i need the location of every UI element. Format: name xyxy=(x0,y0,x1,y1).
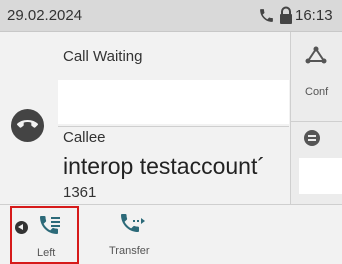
status-date: 29.02.2024 xyxy=(7,7,83,24)
call-waiting-label: Call Waiting xyxy=(63,48,143,65)
softkey-bar: Left Transfer xyxy=(0,204,342,264)
left-softkey-label: Left xyxy=(37,247,56,259)
phone-list-icon xyxy=(38,214,62,243)
transfer-softkey[interactable]: Transfer xyxy=(96,206,176,264)
callee-label: Callee xyxy=(63,129,106,146)
lock-icon xyxy=(279,6,293,30)
left-softkey[interactable]: Left xyxy=(10,206,79,264)
conference-button[interactable]: Conf xyxy=(291,32,342,120)
call-panel: Call Waiting Callee interop testaccount´… xyxy=(0,32,290,204)
conference-label: Conf xyxy=(305,86,329,98)
status-time: 16:13 xyxy=(295,7,333,24)
transfer-label: Transfer xyxy=(109,245,150,257)
divider xyxy=(291,121,342,122)
conference-icon xyxy=(305,46,327,69)
divider xyxy=(58,126,289,127)
hangup-icon[interactable] xyxy=(11,109,44,142)
menu-icon[interactable] xyxy=(304,130,320,146)
phone-icon xyxy=(258,7,275,29)
secondary-call-box[interactable] xyxy=(299,158,342,194)
waiting-call-box[interactable] xyxy=(58,80,289,124)
callee-number: 1361 xyxy=(63,184,97,201)
transfer-icon xyxy=(119,212,147,241)
callee-name: interop testaccount´ xyxy=(63,153,266,179)
sidebar: Conf xyxy=(290,32,342,204)
left-arrow-icon xyxy=(15,221,28,234)
status-bar: 29.02.2024 16:13 xyxy=(0,0,342,32)
